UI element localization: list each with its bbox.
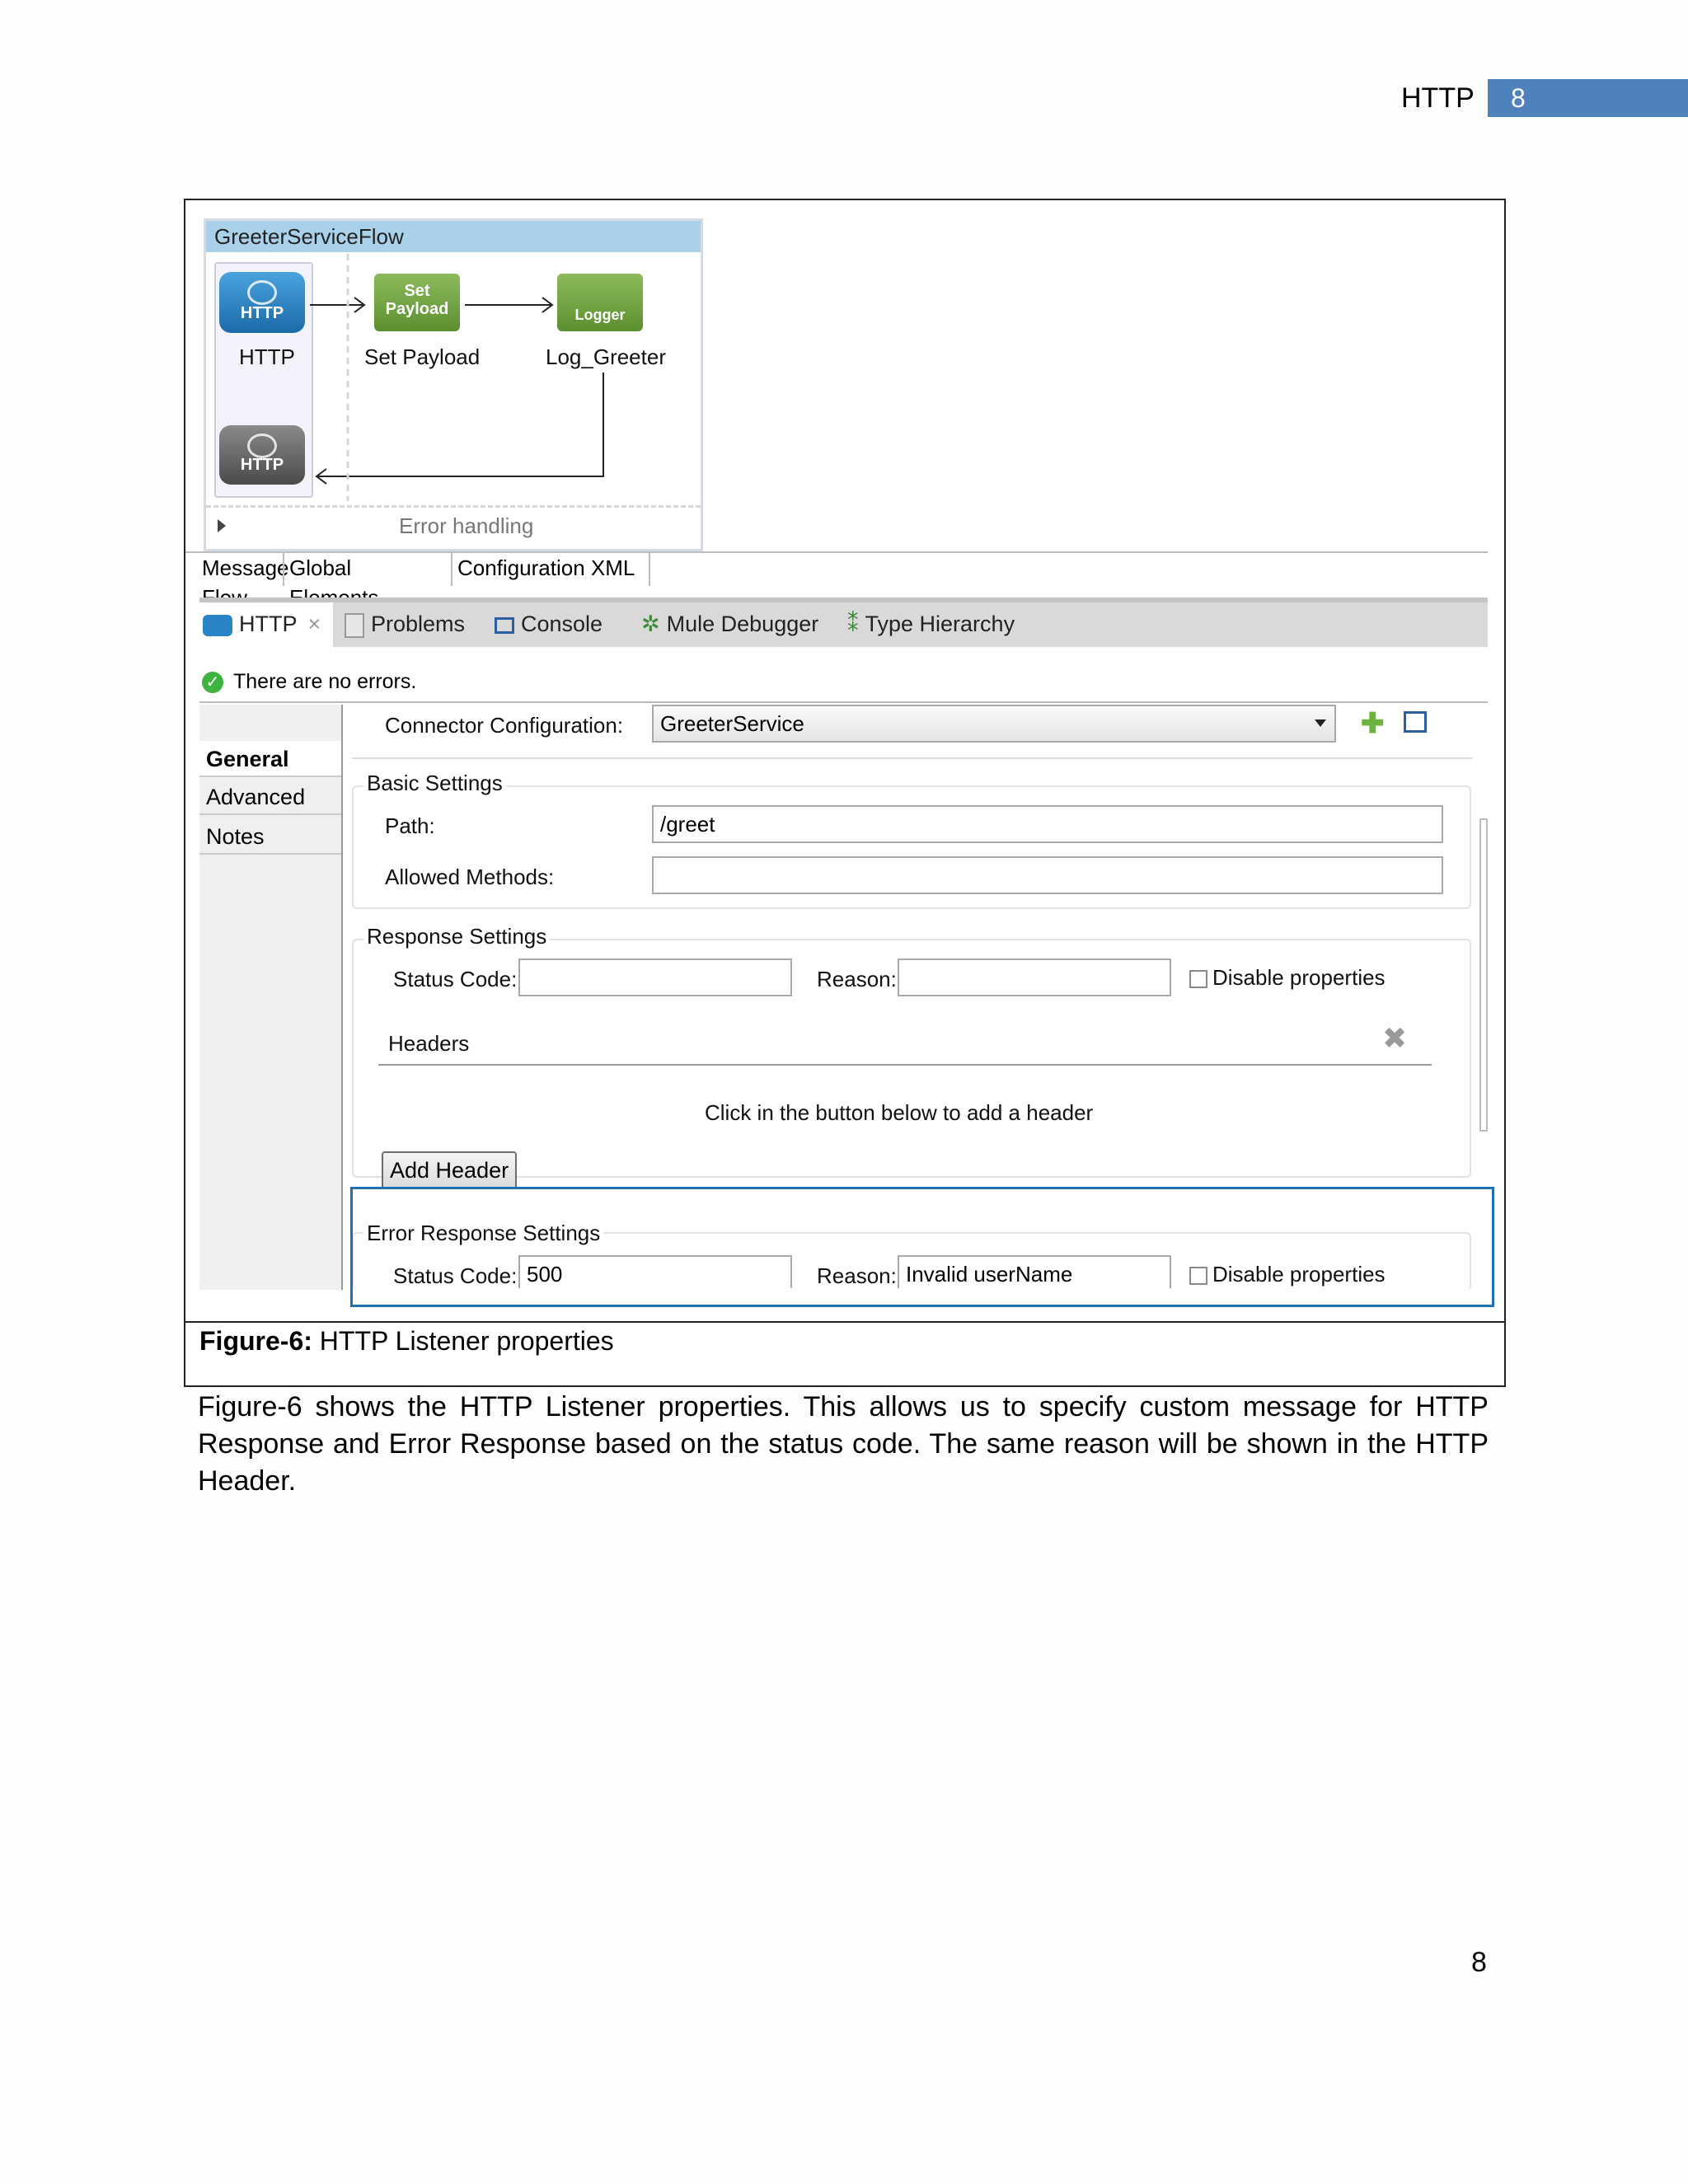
http-response-icon-text: HTTP xyxy=(240,456,284,474)
debugger-icon: ✲ xyxy=(641,612,660,636)
tab-mule-debugger-label: Mule Debugger xyxy=(666,612,819,636)
connector-config-label: Connector Configuration: xyxy=(385,713,624,738)
disable-properties-label: Disable properties xyxy=(1212,965,1386,990)
caption-divider xyxy=(185,1321,1504,1323)
set-payload-icon-line1: Set xyxy=(404,282,430,300)
tab-mule-debugger[interactable]: ✲ Mule Debugger xyxy=(641,602,818,647)
page-number: 8 xyxy=(1471,1947,1487,1978)
view-tab-bar: HTTP × Problems Console ✲ Mule Debugger ⁑… xyxy=(199,598,1488,647)
lane-divider xyxy=(346,254,349,501)
caption-text: HTTP Listener properties xyxy=(312,1326,614,1356)
running-header-title: HTTP xyxy=(1401,82,1475,114)
status-message: ✓ There are no errors. xyxy=(202,670,416,694)
node-label-set-payload: Set Payload xyxy=(364,344,481,369)
basic-settings-title: Basic Settings xyxy=(363,771,506,796)
editor-tabs: Message Flow Global Elements Configurati… xyxy=(185,551,1488,610)
problems-icon xyxy=(345,612,364,638)
delete-header-icon[interactable]: ✖ xyxy=(1382,1021,1407,1056)
hierarchy-icon: ⁑ xyxy=(847,612,859,636)
http-tab-icon xyxy=(203,614,232,636)
flow-canvas: GreeterServiceFlow HTTP HTTP Set Payload… xyxy=(204,218,703,551)
expand-error-handling-icon[interactable] xyxy=(218,519,226,532)
scrollbar[interactable] xyxy=(1479,818,1488,1132)
allowed-methods-input[interactable] xyxy=(652,856,1443,894)
tab-console[interactable]: Console xyxy=(495,602,603,647)
tab-configuration-xml[interactable]: Configuration XML xyxy=(452,553,650,586)
response-settings-title: Response Settings xyxy=(363,924,551,949)
http-response-icon[interactable]: HTTP xyxy=(219,425,305,485)
error-handling-divider xyxy=(206,505,701,508)
headers-hint: Click in the button below to add a heade… xyxy=(705,1100,1094,1125)
caption-label: Figure-6: xyxy=(199,1326,312,1356)
edit-config-icon[interactable] xyxy=(1404,711,1427,733)
side-nav-advanced[interactable]: Advanced xyxy=(199,779,341,815)
tab-message-flow[interactable]: Message Flow xyxy=(197,553,289,610)
add-header-button[interactable]: Add Header xyxy=(382,1151,518,1189)
tab-console-label: Console xyxy=(521,612,603,636)
side-nav-notes[interactable]: Notes xyxy=(199,818,341,855)
headers-divider xyxy=(378,1064,1432,1066)
error-handling-label[interactable]: Error handling xyxy=(399,513,533,539)
checkbox-box[interactable] xyxy=(1189,970,1207,989)
tab-type-hierarchy-label: Type Hierarchy xyxy=(865,612,1015,636)
headers-label: Headers xyxy=(388,1031,470,1056)
status-code-input[interactable] xyxy=(518,958,792,996)
http-icon-text: HTTP xyxy=(240,304,284,322)
reason-input[interactable] xyxy=(898,958,1171,996)
reason-label: Reason: xyxy=(817,967,897,991)
tab-http[interactable]: HTTP × xyxy=(199,602,333,647)
tab-problems-label: Problems xyxy=(371,612,466,636)
tab-type-hierarchy[interactable]: ⁑ Type Hierarchy xyxy=(847,602,1015,647)
connector-config-select[interactable]: GreeterService xyxy=(652,705,1336,743)
set-payload-icon-line2: Payload xyxy=(385,300,449,318)
figure-frame: GreeterServiceFlow HTTP HTTP Set Payload… xyxy=(184,199,1506,1387)
divider xyxy=(352,757,1473,759)
path-label: Path: xyxy=(385,813,435,838)
flow-arrow-icon xyxy=(310,297,366,313)
tab-http-label: HTTP xyxy=(239,612,298,636)
side-nav: General Advanced Notes xyxy=(199,705,343,1290)
console-icon xyxy=(495,616,514,634)
highlight-box xyxy=(350,1187,1494,1307)
connector-config-value: GreeterService xyxy=(660,711,804,736)
close-icon[interactable]: × xyxy=(308,612,321,636)
http-listener-icon[interactable]: HTTP xyxy=(219,272,305,333)
node-label-http: HTTP xyxy=(239,344,295,369)
disable-properties-checkbox[interactable]: Disable properties xyxy=(1189,965,1386,991)
logger-icon[interactable]: Logger xyxy=(557,274,643,331)
node-label-log-greeter: Log_Greeter xyxy=(546,344,666,369)
logger-icon-text: Logger xyxy=(574,307,626,323)
flow-arrow-icon xyxy=(465,297,554,313)
side-nav-general[interactable]: General xyxy=(199,741,341,777)
body-paragraph: Figure-6 shows the HTTP Listener propert… xyxy=(198,1391,1489,1497)
flow-title: GreeterServiceFlow xyxy=(206,221,701,252)
add-config-icon[interactable]: ✚ xyxy=(1361,710,1385,738)
tab-problems[interactable]: Problems xyxy=(345,602,465,647)
figure-caption: Figure-6: HTTP Listener properties xyxy=(199,1326,614,1357)
check-icon: ✓ xyxy=(202,672,223,694)
tab-global-elements[interactable]: Global Elements xyxy=(283,553,452,610)
chevron-down-icon xyxy=(1315,719,1326,727)
allowed-methods-label: Allowed Methods: xyxy=(385,865,555,889)
status-code-label: Status Code: xyxy=(393,967,518,991)
set-payload-icon[interactable]: Set Payload xyxy=(374,274,460,331)
path-input[interactable]: /greet xyxy=(652,805,1443,843)
running-header-page-badge: 8 xyxy=(1488,79,1688,117)
divider xyxy=(199,701,1488,703)
return-arrow-icon xyxy=(315,373,604,485)
status-text: There are no errors. xyxy=(233,670,417,693)
